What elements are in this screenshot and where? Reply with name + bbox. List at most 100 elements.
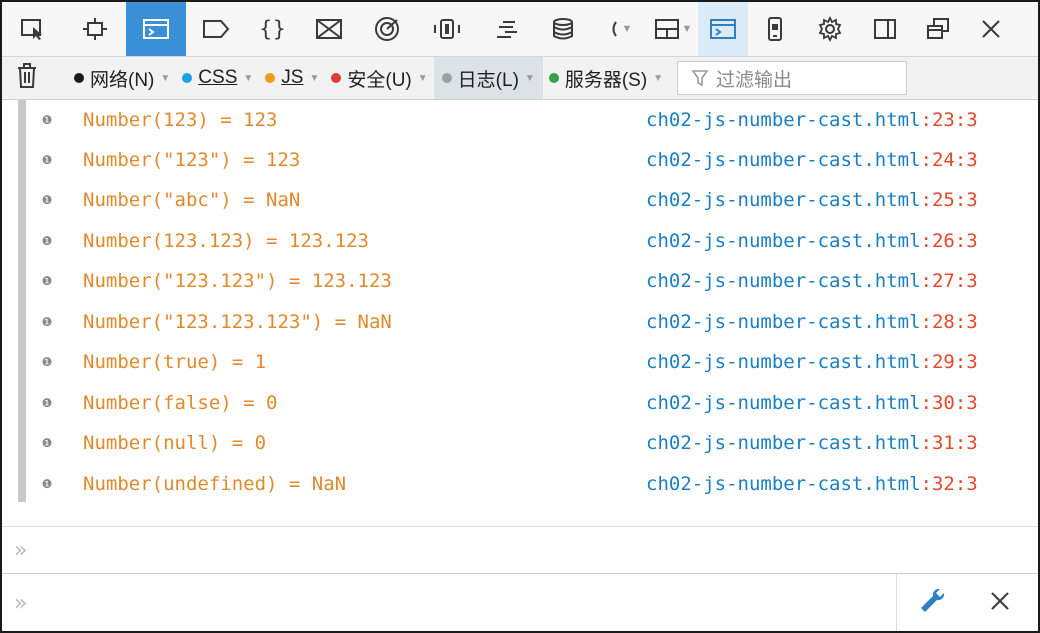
info-icon: ❶ (41, 436, 53, 450)
source-link[interactable]: ch02-js-number-cast.html:32:3 (646, 473, 978, 495)
console-message-row: ❶ Number("123.123.123") = NaN ch02-js-nu… (26, 302, 1038, 342)
source-link[interactable]: ch02-js-number-cast.html:23:3 (646, 109, 978, 131)
console-message-text: Number(true) = 1 (83, 351, 267, 373)
chevron-down-icon: ▼ (621, 23, 633, 35)
chevron-down-icon: ▼ (309, 72, 320, 84)
js-dot-icon (265, 73, 276, 83)
more-tools-button[interactable]: ▼ (592, 2, 648, 56)
filter-server-button[interactable]: 服务器(S) ▼ (543, 57, 669, 99)
filter-security-button[interactable]: 安全(U) ▼ (325, 57, 433, 99)
filter-net-button[interactable]: 网络(N) ▼ (52, 57, 176, 99)
filter-net-label: 网络(N) (90, 69, 155, 91)
console-message-row: ❶ Number(true) = 1 ch02-js-number-cast.h… (26, 342, 1038, 382)
source-link[interactable]: ch02-js-number-cast.html:30:3 (646, 392, 978, 414)
console-message-text: Number(undefined) = NaN (83, 473, 347, 495)
console-message-row: ❶ Number("123.123") = 123.123 ch02-js-nu… (26, 261, 1038, 301)
console-output: ❶ Number(123) = 123 ch02-js-number-cast.… (18, 100, 1038, 502)
source-link[interactable]: ch02-js-number-cast.html:28:3 (646, 311, 978, 333)
console-message-row: ❶ Number(undefined) = NaN ch02-js-number… (26, 464, 1038, 504)
memory-icon (373, 15, 401, 43)
source-link[interactable]: ch02-js-number-cast.html:24:3 (646, 149, 978, 171)
filter-server-label: 服务器(S) (564, 69, 648, 91)
info-icon: ❶ (41, 315, 53, 329)
info-icon: ❶ (41, 153, 53, 167)
prompt-chevron-icon: » (14, 537, 28, 563)
filter-output-input[interactable]: 过滤输出 (677, 61, 908, 95)
style-editor-tab[interactable]: {} (246, 2, 300, 56)
undock-window-button[interactable] (912, 2, 964, 56)
chevron-down-icon: ▼ (160, 72, 171, 84)
console-multiline-input[interactable]: » (2, 573, 1038, 631)
chevron-down-icon: ▼ (243, 72, 254, 84)
performance-icon (314, 17, 344, 41)
dock-side-button[interactable] (858, 2, 912, 56)
console-message-row: ❶ Number(123.123) = 123.123 ch02-js-numb… (26, 221, 1038, 261)
info-icon: ❶ (41, 396, 53, 410)
filter-css-label: CSS (198, 67, 238, 88)
network-tab[interactable] (416, 2, 478, 56)
console-message-text: Number("abc") = NaN (83, 189, 301, 211)
responsive-design-button[interactable] (748, 2, 802, 56)
server-dot-icon (548, 73, 559, 83)
filter-logging-button[interactable]: 日志(L) ▼ (433, 57, 543, 99)
funnel-icon (692, 69, 709, 87)
layout-icon (654, 17, 680, 41)
close-devtools-button[interactable] (964, 2, 1018, 56)
storage-tab[interactable] (534, 2, 592, 56)
prompt-chevron-icon: » (14, 590, 28, 616)
console-message-text: Number("123.123") = 123.123 (83, 270, 392, 292)
trash-icon (16, 62, 38, 94)
console-filter-bar: 网络(N) ▼ CSS ▼ JS ▼ 安全(U) ▼ 日志(L) ▼ 服务器(S… (2, 57, 1038, 100)
debugger-tab[interactable] (186, 2, 246, 56)
split-console-button[interactable] (698, 2, 748, 56)
info-icon: ❶ (41, 234, 53, 248)
pick-element-button[interactable] (2, 2, 64, 56)
chevron-down-icon: ▼ (417, 72, 428, 84)
console-input-line[interactable]: » (2, 526, 1038, 573)
undock-window-icon (925, 17, 951, 41)
performance-tab[interactable] (300, 2, 358, 56)
security-dot-icon (331, 73, 342, 83)
info-icon: ❶ (41, 274, 53, 288)
net-dot-icon (74, 73, 84, 83)
network-icon (432, 17, 462, 41)
devtools-window: {} ▼ ▼ 网络(N) ▼ CSS ▼ JS ▼ 安全(U) ▼ 日志(L) … (0, 0, 1040, 633)
console-message-row: ❶ Number("123") = 123 ch02-js-number-cas… (26, 140, 1038, 180)
source-link[interactable]: ch02-js-number-cast.html:31:3 (646, 432, 978, 454)
info-icon: ❶ (41, 355, 53, 369)
storage-icon (550, 16, 576, 42)
console-tab[interactable] (126, 2, 186, 56)
settings-gear-icon (817, 16, 843, 42)
filter-css-button[interactable]: CSS ▼ (176, 57, 259, 99)
dock-side-icon (872, 17, 898, 41)
clear-console-button[interactable] (2, 57, 52, 99)
source-link[interactable]: ch02-js-number-cast.html:27:3 (646, 270, 978, 292)
timeline-icon (493, 17, 519, 41)
style-editor-icon: {} (259, 17, 287, 41)
filter-js-button[interactable]: JS ▼ (259, 57, 325, 99)
message-group-bar (18, 100, 26, 502)
console-message-text: Number(123.123) = 123.123 (83, 230, 369, 252)
filter-logging-label: 日志(L) (457, 69, 519, 91)
source-link[interactable]: ch02-js-number-cast.html:29:3 (646, 351, 978, 373)
more-tools-icon (608, 19, 620, 39)
filter-output-placeholder: 过滤输出 (716, 69, 793, 91)
memory-tab[interactable] (358, 2, 416, 56)
editor-settings-button[interactable] (896, 574, 967, 631)
console-message-text: Number("123") = 123 (83, 149, 301, 171)
source-link[interactable]: ch02-js-number-cast.html:26:3 (646, 230, 978, 252)
settings-button[interactable] (802, 2, 858, 56)
close-icon (989, 590, 1011, 617)
layout-button[interactable]: ▼ (648, 2, 698, 56)
console-message-text: Number(false) = 0 (83, 392, 278, 414)
source-link[interactable]: ch02-js-number-cast.html:25:3 (646, 189, 978, 211)
inspector-tab[interactable] (64, 2, 126, 56)
info-icon: ❶ (41, 113, 53, 127)
split-console-icon (709, 17, 737, 41)
close-input-button[interactable] (968, 574, 1032, 631)
chevron-down-icon: ▼ (653, 72, 664, 84)
console-message-row: ❶ Number("abc") = NaN ch02-js-number-cas… (26, 180, 1038, 220)
timeline-tab[interactable] (478, 2, 534, 56)
console-message-row: ❶ Number(123) = 123 ch02-js-number-cast.… (26, 100, 1038, 140)
close-icon (979, 17, 1003, 41)
